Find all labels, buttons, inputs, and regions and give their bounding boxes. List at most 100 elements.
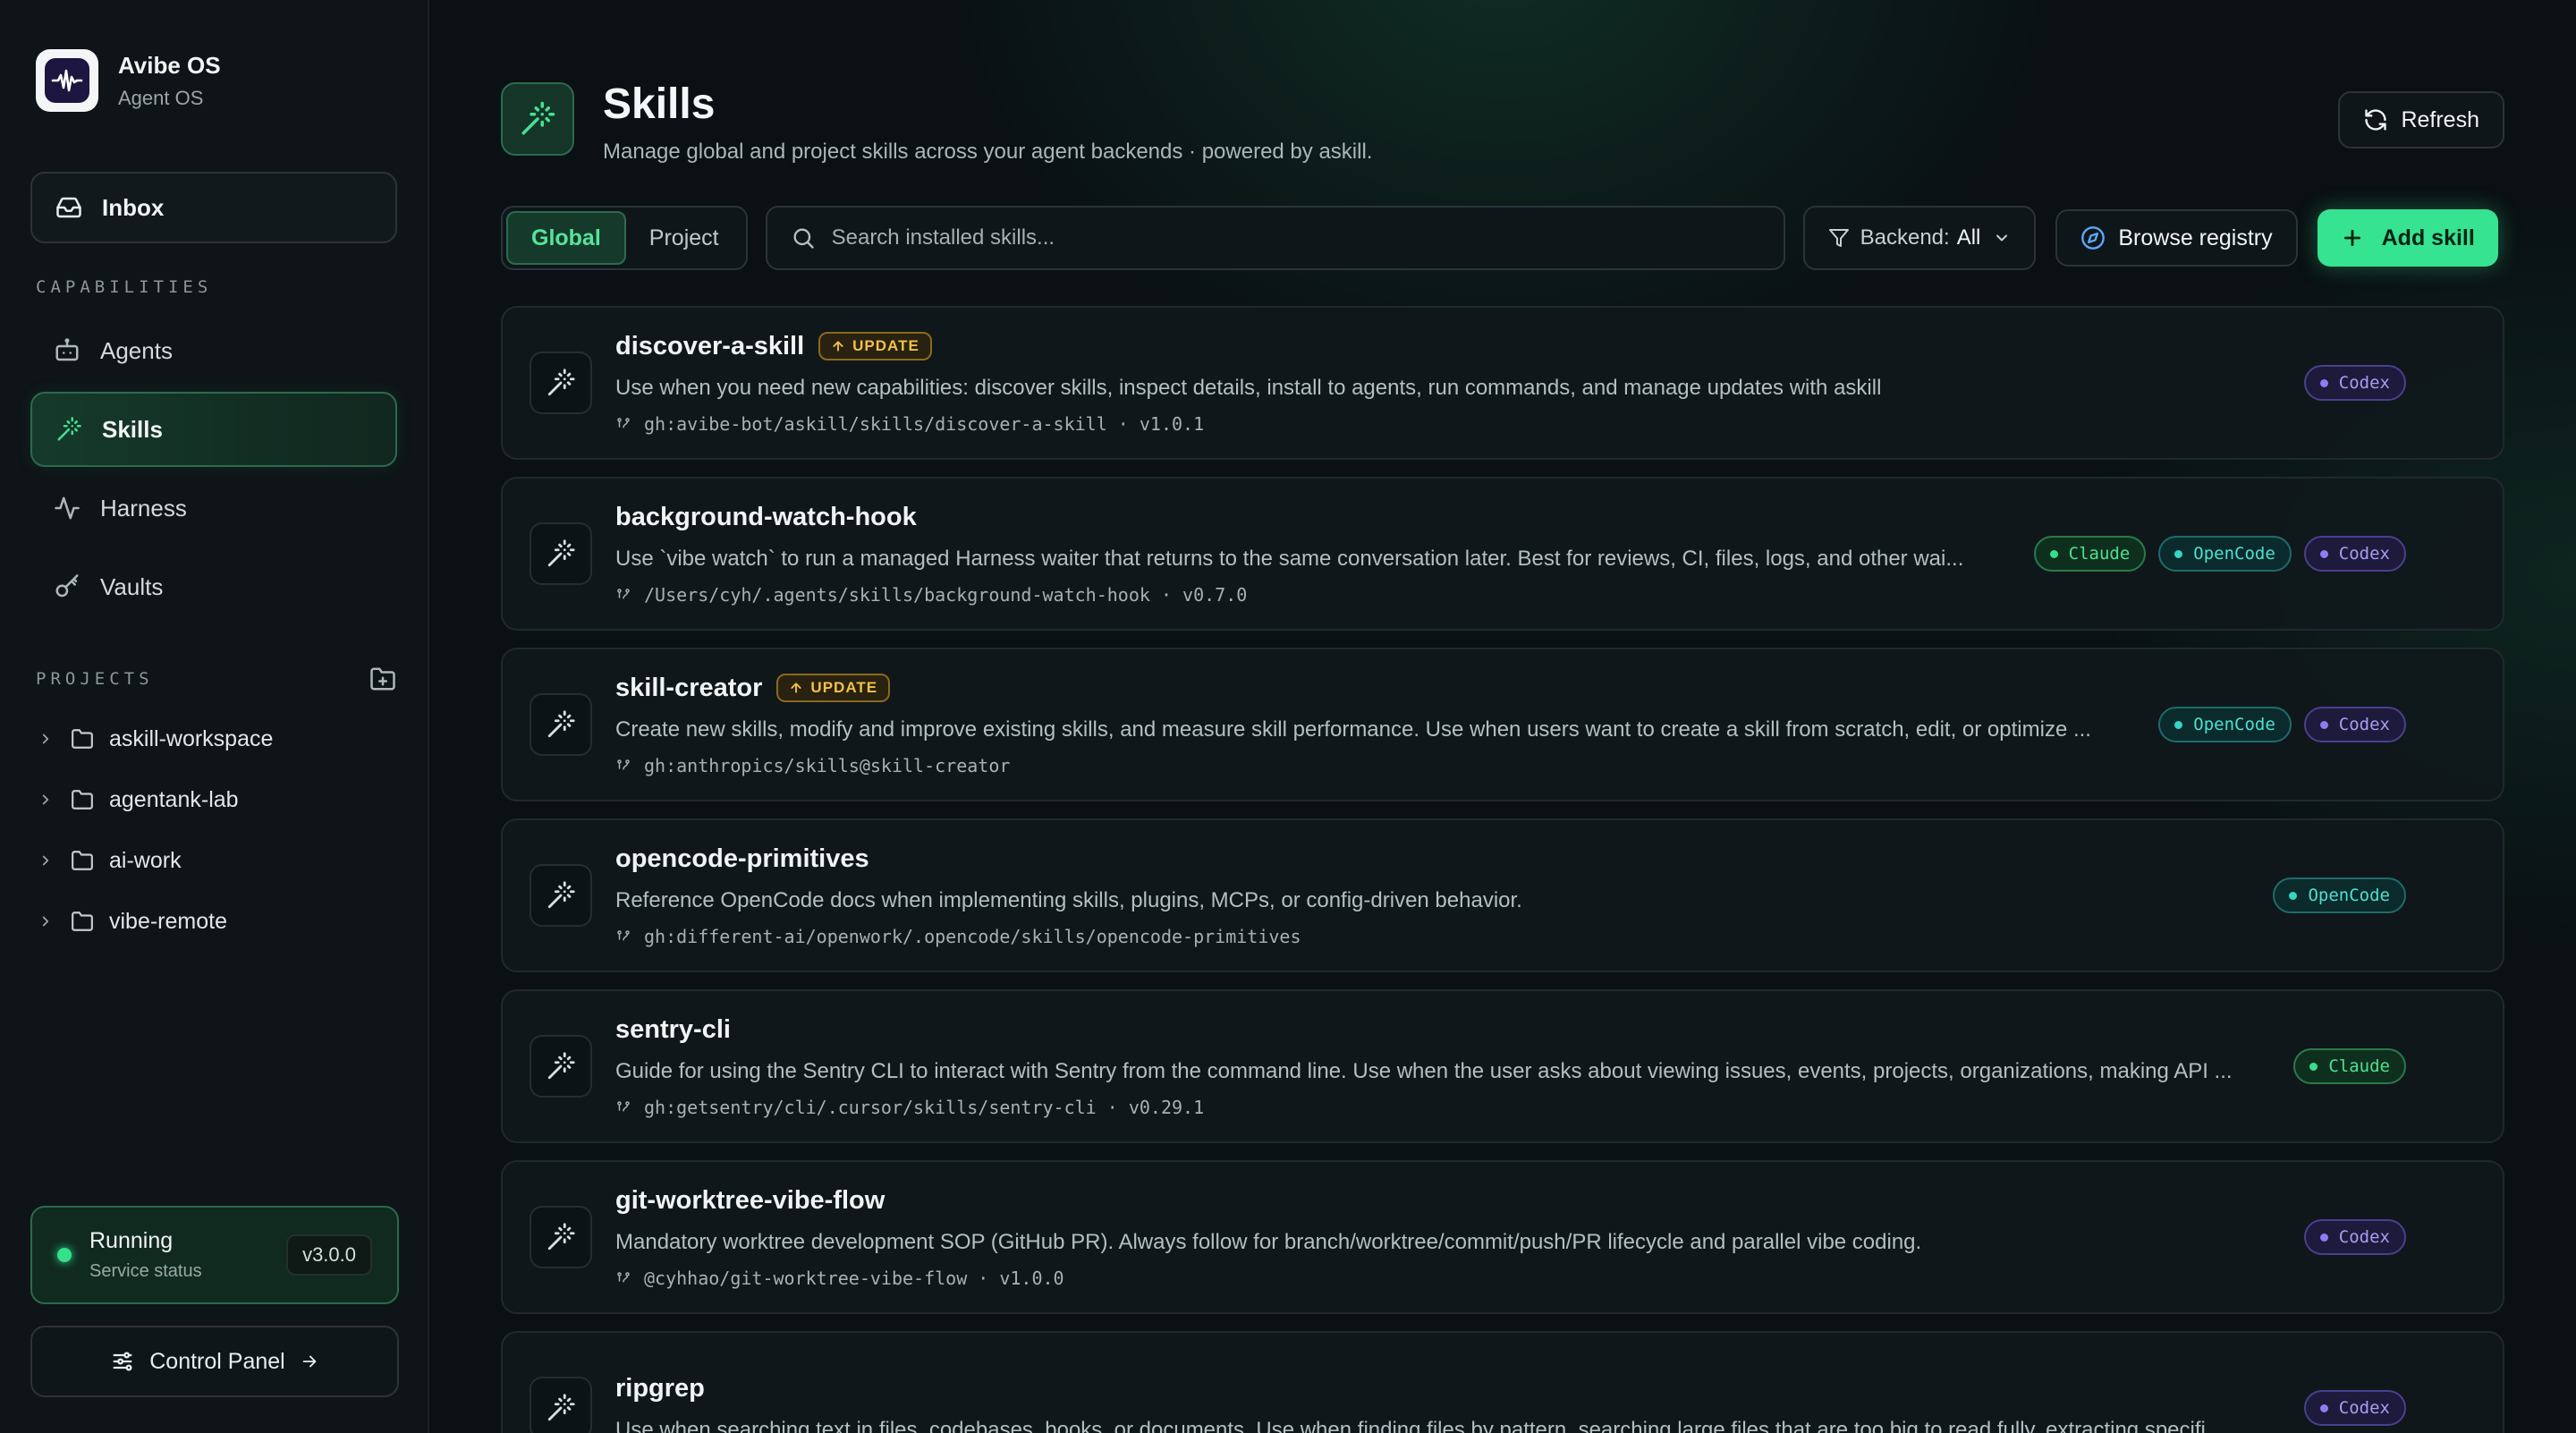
project-list: askill-workspace agentank-lab ai-work vibe-… (30, 708, 397, 952)
search-input[interactable] (831, 225, 1760, 250)
sliders-icon (113, 1352, 132, 1371)
page-subtitle: Manage global and project skills across … (603, 140, 1373, 164)
skill-name: sentry-cli (615, 1014, 731, 1044)
sidebar-item-vaults[interactable]: Vaults (30, 549, 397, 624)
skill-source: /Users/cyh/.agents/skills/background-wat… (615, 584, 2007, 606)
backend-tag-label: Codex (2338, 715, 2390, 734)
app-logo (36, 49, 98, 112)
backend-tags: OpenCode Codex (2158, 707, 2406, 742)
backend-tag-label: Codex (2338, 1227, 2390, 1247)
sidebar-item-harness[interactable]: Harness (30, 471, 397, 546)
add-skill-button[interactable]: Add skill (2317, 209, 2498, 267)
update-label: UPDATE (810, 679, 878, 696)
plus-icon (2343, 230, 2360, 246)
project-item-ai-work[interactable]: ai-work (30, 830, 397, 891)
tag-dot (2289, 891, 2298, 900)
skill-source-text: /Users/cyh/.agents/skills/background-wat… (644, 583, 1248, 606)
folder-plus-icon[interactable] (369, 666, 397, 692)
search-icon (793, 228, 814, 249)
backend-tag-label: OpenCode (2308, 886, 2390, 905)
sidebar-item-skills[interactable]: Skills (30, 392, 397, 467)
inbox-icon (56, 197, 81, 218)
skill-description: Create new skills, modify and improve ex… (615, 716, 2091, 742)
update-badge: UPDATE (776, 674, 891, 702)
activity-icon (55, 496, 80, 520)
skill-name: git-worktree-vibe-flow (615, 1185, 886, 1215)
filter-icon (1828, 229, 1849, 247)
projects-heading: PROJECTS (36, 666, 397, 692)
backend-tags: OpenCode (2273, 878, 2406, 913)
sidebar-item-agents[interactable]: Agents (30, 313, 397, 388)
backend-filter-label: Backend: (1860, 225, 1950, 250)
project-label: ai-work (109, 847, 182, 873)
chevron-right-icon[interactable] (38, 852, 54, 869)
capabilities-heading: CAPABILITIES (36, 277, 397, 297)
skill-card-ripgrep[interactable]: ripgrep Use when searching text in files,… (501, 1331, 2504, 1433)
project-item-vibe-remote[interactable]: vibe-remote (30, 891, 397, 952)
tab-global[interactable]: Global (506, 211, 626, 265)
browse-registry-button[interactable]: Browse registry (2055, 209, 2298, 267)
project-item-askill-workspace[interactable]: askill-workspace (30, 708, 397, 769)
backend-tag-codex: Codex (2303, 707, 2406, 742)
browse-registry-label: Browse registry (2118, 225, 2273, 250)
skill-description: Use when you need new capabilities: disc… (615, 375, 1882, 400)
service-status-card[interactable]: Running Service status v3.0.0 (30, 1206, 399, 1304)
tag-dot (2319, 720, 2328, 729)
chevron-right-icon[interactable] (38, 913, 54, 929)
project-item-agentank-lab[interactable]: agentank-lab (30, 769, 397, 830)
skill-source: gh:avibe-bot/askill/skills/discover-a-sk… (615, 413, 2277, 435)
git-icon (617, 417, 630, 428)
skill-description: Reference OpenCode docs when implementin… (615, 887, 1522, 912)
backend-tags: Claude OpenCode Codex (2033, 536, 2406, 572)
tag-dot (2174, 549, 2183, 558)
add-skill-label: Add skill (2381, 225, 2475, 250)
chevron-right-icon[interactable] (38, 792, 54, 808)
skill-card-background-watch-hook[interactable]: background-watch-hook Use `vibe watch` to… (501, 477, 2504, 631)
project-label: askill-workspace (109, 725, 274, 751)
sidebar-item-label: Skills (102, 415, 163, 443)
folder-icon (72, 851, 93, 870)
backend-tag-opencode: OpenCode (2158, 536, 2292, 572)
wand-icon (547, 1223, 575, 1251)
skill-icon (530, 864, 592, 927)
skill-source-text: gh:different-ai/openwork/.opencode/skill… (644, 925, 1301, 947)
refresh-button[interactable]: Refresh (2338, 91, 2504, 148)
skill-card-opencode-primitives[interactable]: opencode-primitives Reference OpenCode do… (501, 818, 2504, 972)
folder-icon (72, 729, 93, 749)
wand-icon (57, 417, 81, 441)
wand-icon (521, 101, 555, 135)
skill-card-sentry-cli[interactable]: sentry-cli Guide for using the Sentry CLI… (501, 989, 2504, 1143)
control-panel-button[interactable]: Control Panel (30, 1326, 399, 1397)
brand[interactable]: Avibe OS Agent OS (30, 0, 397, 161)
backend-tags: Codex (2303, 365, 2406, 401)
skill-description: Guide for using the Sentry CLI to intera… (615, 1058, 2233, 1083)
folder-icon (72, 790, 93, 810)
skill-card-discover-a-skill[interactable]: discover-a-skill UPDATE Use when you need … (501, 306, 2504, 460)
skill-description: Use when searching text in files, codeba… (615, 1417, 2224, 1433)
skill-icon (530, 352, 592, 414)
backend-tags: Claude (2293, 1048, 2406, 1084)
skill-name: discover-a-skill (615, 331, 805, 360)
page-header: Skills Manage global and project skills … (501, 0, 2504, 206)
git-icon (617, 929, 630, 940)
folder-icon (72, 912, 93, 931)
sidebar-item-label: Vaults (100, 572, 164, 600)
key-icon (55, 574, 79, 598)
search-box (765, 206, 1785, 270)
backend-tag-opencode: OpenCode (2273, 878, 2406, 913)
status-subtitle: Service status (89, 1261, 202, 1281)
control-panel-label: Control Panel (149, 1348, 285, 1374)
skill-card-git-worktree-vibe-flow[interactable]: git-worktree-vibe-flow Mandatory worktree… (501, 1160, 2504, 1314)
inbox-label: Inbox (102, 193, 165, 221)
inbox-button[interactable]: Inbox (30, 172, 397, 243)
arrow-right-icon (302, 1355, 317, 1368)
capabilities-label: CAPABILITIES (36, 277, 213, 297)
skill-card-skill-creator[interactable]: skill-creator UPDATE Create new skills, mo… (501, 648, 2504, 801)
tab-project[interactable]: Project (626, 211, 742, 265)
wand-icon (547, 539, 575, 567)
chevron-right-icon[interactable] (38, 731, 54, 747)
skill-icon (530, 1206, 592, 1268)
backend-filter[interactable]: Backend: All (1802, 206, 2037, 270)
projects-label: PROJECTS (36, 669, 154, 689)
backend-tags: Codex (2303, 1219, 2406, 1255)
